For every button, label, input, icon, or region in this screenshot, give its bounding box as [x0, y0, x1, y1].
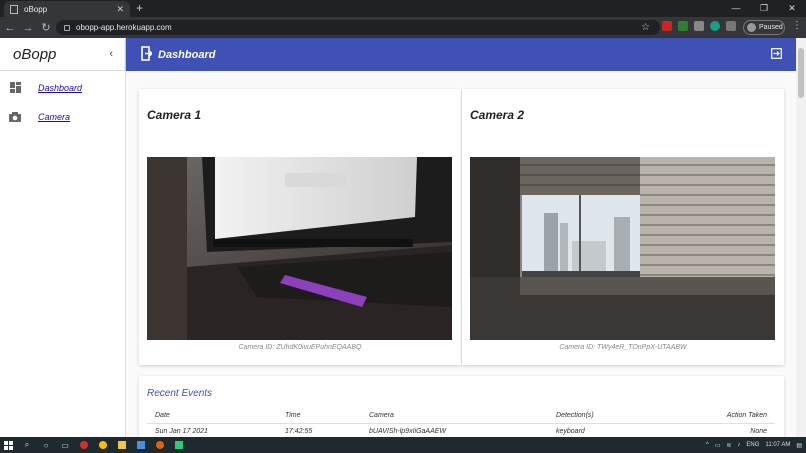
sidebar-item-camera[interactable]: Camera [0, 104, 125, 129]
file-explorer-icon[interactable] [114, 437, 130, 453]
column-header-camera: Camera [361, 409, 548, 424]
app-icon[interactable] [133, 437, 149, 453]
page-favicon-icon [10, 4, 18, 14]
camera-feed [147, 157, 452, 340]
app-bar: Dashboard [126, 38, 796, 71]
sidebar-item-dashboard[interactable]: Dashboard [0, 75, 125, 100]
sidebar-link-dashboard[interactable]: Dashboard [38, 83, 82, 93]
table-header-row: Date Time Camera Detection(s) Action Tak… [147, 409, 775, 424]
sidebar: oBopp ‹ Dashboard Camera [0, 38, 126, 437]
dashboard-logout-icon [141, 45, 153, 64]
address-bar[interactable]: obopp-app.herokuapp.com ☆ [56, 20, 660, 35]
camera-icon [9, 111, 21, 123]
extension-green-icon[interactable] [678, 21, 688, 31]
firefox-icon[interactable] [152, 437, 168, 453]
battery-icon[interactable]: ▭ [715, 442, 721, 449]
cell-time: 17:42:55 [277, 423, 361, 437]
cell-camera: bUAVISh-lp9xIiGaAAEW [361, 423, 548, 437]
extension-screen-icon[interactable] [694, 21, 704, 31]
system-tray: ^ ▭ ≋ ♪ ENG 11:07 AM ▤ [706, 437, 802, 453]
camera-title: Camera 1 [147, 108, 202, 122]
extensions-area [662, 21, 736, 31]
camera-title: Camera 2 [470, 108, 525, 122]
notifications-icon[interactable]: ▤ [796, 442, 802, 449]
back-arrow-icon[interactable]: ← [2, 22, 18, 34]
terminal-icon[interactable] [171, 437, 187, 453]
page-title: Dashboard [158, 48, 216, 61]
column-header-detections: Detection(s) [548, 409, 678, 424]
main-content: Camera 1 Camera ID: ZUhdK0ivuEPuhnEQAABQ… [126, 71, 796, 437]
page-scrollbar[interactable] [796, 38, 806, 437]
window-controls: — ❐ ✕ [722, 0, 806, 17]
camera-card: Camera 2 Camera ID: TWy4eR_TOnPpX-UTAABW [462, 89, 784, 365]
recent-events-heading: Recent Events [147, 388, 213, 399]
app-brand: oBopp [13, 45, 57, 63]
forward-arrow-icon[interactable]: → [20, 22, 36, 34]
camera-id: Camera ID: TWy4eR_TOnPpX-UTAABW [559, 344, 687, 351]
bookmark-star-icon[interactable]: ☆ [641, 22, 650, 33]
table-row: Sun Jan 17 2021 17:42:55 bUAVISh-lp9xIiG… [147, 423, 775, 437]
cell-date: Sun Jan 17 2021 [147, 423, 277, 437]
scrollbar-thumb[interactable] [798, 48, 804, 98]
opera-icon[interactable] [76, 437, 92, 453]
camera-grid: Camera 1 Camera ID: ZUhdK0ivuEPuhnEQAABQ… [139, 89, 784, 365]
windows-start-icon[interactable] [0, 437, 16, 453]
new-tab-button[interactable]: + [136, 1, 143, 15]
extensions-puzzle-icon[interactable] [726, 21, 736, 31]
lock-icon [64, 24, 70, 31]
column-header-time: Time [277, 409, 361, 424]
close-window-icon[interactable]: ✕ [778, 0, 806, 17]
recent-events-card: Recent Events Date Time Camera Detection… [139, 376, 784, 437]
tab-title: oBopp [24, 4, 48, 14]
browser-tab-bar: oBopp ✕ + — ❐ ✕ [0, 0, 806, 17]
tab-close-icon[interactable]: ✕ [116, 4, 124, 15]
chevron-up-icon[interactable]: ^ [706, 442, 709, 448]
column-header-action-taken: Action Taken [678, 409, 775, 424]
os-taskbar: ⌕ ○ ▭ ^ ▭ ≋ ♪ ENG 11:07 AM ▤ [0, 437, 806, 453]
chevron-left-icon[interactable]: ‹ [109, 48, 113, 60]
clock[interactable]: 11:07 AM [765, 442, 790, 448]
browser-tab[interactable]: oBopp ✕ [4, 1, 130, 17]
cortana-icon[interactable]: ○ [38, 437, 54, 453]
column-header-date: Date [147, 409, 277, 424]
cell-detections: keyboard [548, 423, 678, 437]
reload-icon[interactable]: ↻ [38, 21, 54, 34]
dashboard-icon [9, 82, 21, 94]
profile-button[interactable]: Paused [743, 20, 785, 35]
extension-grammarly-icon[interactable] [710, 21, 720, 31]
browser-menu-icon[interactable]: ⋮ [792, 20, 802, 31]
events-table: Date Time Camera Detection(s) Action Tak… [147, 409, 775, 437]
logout-icon[interactable] [771, 47, 782, 62]
browser-toolbar: ← → ↻ obopp-app.herokuapp.com ☆ Paused [0, 17, 806, 38]
extension-red-icon[interactable] [662, 21, 672, 31]
avatar [747, 23, 756, 32]
volume-icon[interactable]: ♪ [737, 442, 740, 448]
search-icon[interactable]: ⌕ [19, 437, 35, 453]
camera-card: Camera 1 Camera ID: ZUhdK0ivuEPuhnEQAABQ [139, 89, 461, 365]
restore-icon[interactable]: ❐ [750, 0, 778, 17]
task-view-icon[interactable]: ▭ [57, 437, 73, 453]
camera-feed [470, 157, 775, 340]
sidebar-link-camera[interactable]: Camera [38, 112, 70, 122]
wifi-icon[interactable]: ≋ [726, 442, 731, 449]
profile-status: Paused [759, 24, 783, 31]
language-indicator[interactable]: ENG [746, 442, 759, 448]
url-text: obopp-app.herokuapp.com [76, 23, 172, 32]
chrome-icon[interactable] [95, 437, 111, 453]
minimize-icon[interactable]: — [722, 0, 750, 17]
cell-action-taken: None [678, 423, 775, 437]
sidebar-header: oBopp ‹ [0, 38, 125, 71]
camera-id: Camera ID: ZUhdK0ivuEPuhnEQAABQ [238, 344, 362, 351]
